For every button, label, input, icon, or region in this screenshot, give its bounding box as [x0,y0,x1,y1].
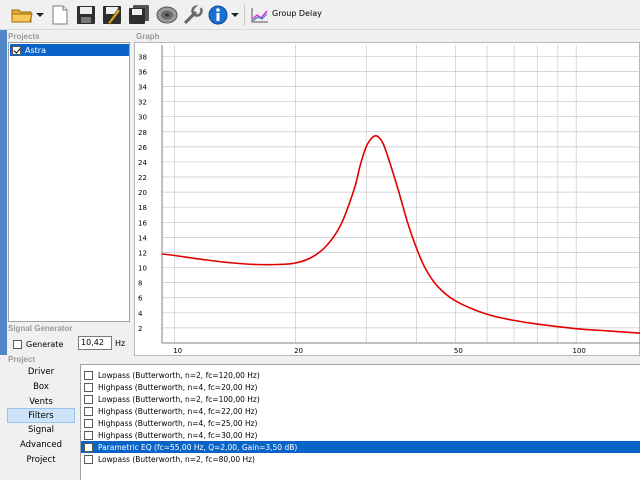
response-chart: 246810121416182022242628303234363810 20 50… [138,45,640,355]
dropdown-arrow-icon[interactable] [230,2,240,28]
speaker-icon[interactable] [155,2,179,28]
y-tick-label: 16 [138,219,147,227]
filter-checkbox[interactable] [84,406,93,416]
generate-checkbox[interactable] [13,340,22,349]
wrench-icon[interactable] [182,2,204,28]
filter-label: Highpass (Butterworth, n=4, fc=25,00 Hz) [98,418,258,428]
filter-checkbox[interactable] [84,394,93,404]
y-tick-label: 32 [138,99,147,107]
filter-checkbox[interactable] [84,418,93,428]
x-tick-label: 20 [294,347,303,355]
filter-label: Highpass (Butterworth, n=4, fc=22,00 Hz) [98,406,258,416]
dropdown-arrow-icon[interactable] [35,2,45,28]
filter-label: Lowpass (Butterworth, n=2, fc=100,00 Hz) [98,394,260,404]
y-tick-label: 36 [138,68,147,76]
y-tick-label: 20 [138,189,147,197]
y-tick-label: 6 [138,295,143,303]
y-tick-label: 14 [138,234,147,242]
filter-checkbox[interactable] [84,370,93,380]
nav-box[interactable]: Box [7,380,75,395]
y-tick-label: 8 [138,280,142,288]
filter-item[interactable]: Highpass (Butterworth, n=4, fc=20,00 Hz) [81,381,640,393]
filter-label: Highpass (Butterworth, n=4, fc=30,00 Hz) [98,430,258,440]
y-tick-label: 38 [138,53,147,61]
nav-project[interactable]: Project [7,453,75,468]
save-all-icon[interactable] [127,2,151,28]
nav-driver[interactable]: Driver [7,365,75,380]
nav-filters[interactable]: Filters [7,408,75,423]
x-tick-label: 50 [454,347,463,355]
y-tick-label: 18 [138,204,147,212]
y-tick-label: 2 [138,325,142,333]
frequency-unit: Hz [115,339,126,348]
filters-list[interactable]: Lowpass (Butterworth, n=2, fc=120,00 Hz)… [80,364,640,480]
project-item-astra[interactable]: Astra [10,44,129,56]
filter-item[interactable]: Lowpass (Butterworth, n=2, fc=80,00 Hz) [81,453,640,465]
y-tick-label: 34 [138,83,147,91]
toolbar-separator [244,4,245,26]
x-tick-label: 10 [173,347,182,355]
generate-checkbox-row[interactable]: Generate [13,340,63,349]
filter-item[interactable]: Lowpass (Butterworth, n=2, fc=120,00 Hz) [81,369,640,381]
y-tick-label: 10 [138,265,147,273]
projects-list[interactable]: Astra [8,42,130,322]
filter-label: Parametric EQ (fc=55,00 Hz, Q=2,00, Gain… [98,442,298,452]
filter-item[interactable]: Highpass (Butterworth, n=4, fc=25,00 Hz) [81,417,640,429]
open-folder-icon[interactable] [10,2,34,28]
project-checkbox[interactable] [12,45,21,55]
graph-icon[interactable] [249,2,271,28]
edit-save-icon[interactable] [101,2,123,28]
y-tick-label: 26 [138,144,147,152]
nav-signal[interactable]: Signal [7,423,75,438]
project-label: Astra [25,45,46,55]
filter-checkbox[interactable] [84,382,93,392]
y-tick-label: 4 [138,310,143,318]
response-curve [161,135,640,334]
y-tick-label: 24 [138,159,147,167]
filter-checkbox[interactable] [84,430,93,440]
new-document-icon[interactable] [49,2,71,28]
window-edge [0,30,7,355]
generate-label: Generate [26,340,64,349]
save-icon[interactable] [75,2,97,28]
frequency-input[interactable]: 10,42 [78,336,112,350]
graph-title: Graph [136,32,160,41]
group-delay-label[interactable]: Group Delay [272,9,322,18]
info-icon[interactable] [207,2,229,28]
y-tick-label: 12 [138,249,147,257]
filter-item[interactable]: Highpass (Butterworth, n=4, fc=30,00 Hz) [81,429,640,441]
nav-advanced[interactable]: Advanced [7,438,75,453]
project-nav-title: Project [8,355,36,364]
projects-title: Projects [8,32,40,41]
filter-checkbox[interactable] [84,454,93,464]
toolbar: Group Delay [0,0,640,30]
filter-item-selected[interactable]: Parametric EQ (fc=55,00 Hz, Q=2,00, Gain… [81,441,640,453]
filter-label: Highpass (Butterworth, n=4, fc=20,00 Hz) [98,382,258,392]
filter-item[interactable]: Lowpass (Butterworth, n=2, fc=100,00 Hz) [81,393,640,405]
y-tick-label: 28 [138,129,147,137]
filter-label: Lowpass (Butterworth, n=2, fc=120,00 Hz) [98,370,260,380]
filter-label: Lowpass (Butterworth, n=2, fc=80,00 Hz) [98,454,255,464]
signal-generator-title: Signal Generator [8,324,73,333]
x-tick-label: 100 [573,347,586,355]
filter-checkbox[interactable] [84,442,93,452]
graph-panel: 2 4 6 8 10 12 14 16 18 20 22 24 26 28 30 32 34 36 38 10 20 50… [134,42,640,356]
y-tick-label: 30 [138,114,147,122]
filter-item[interactable]: Highpass (Butterworth, n=4, fc=22,00 Hz) [81,405,640,417]
y-tick-label: 22 [138,174,147,182]
project-nav: Driver Box Vents Filters Signal Advanced… [0,364,80,480]
